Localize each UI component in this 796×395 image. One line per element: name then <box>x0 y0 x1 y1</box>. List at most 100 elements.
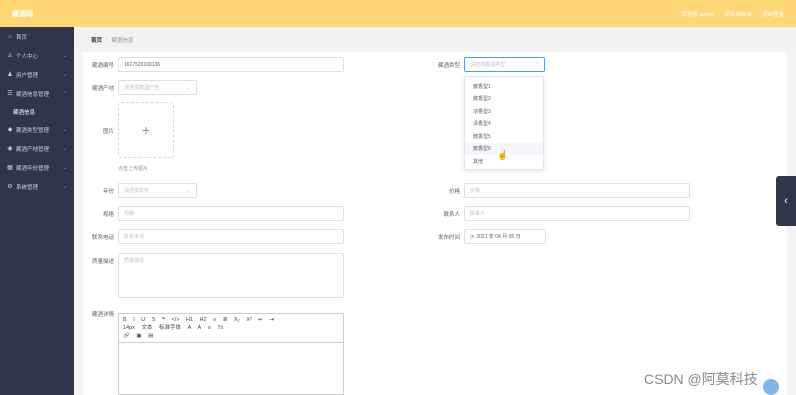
font-size-select[interactable]: 14px <box>123 325 135 331</box>
breadcrumb-separator: / <box>106 36 108 43</box>
type-placeholder: 请选择藏酒类型 <box>470 62 506 68</box>
watermark-logo-icon <box>763 379 779 395</box>
chevron-up-icon: ⌃ <box>62 90 67 97</box>
sidebar-item-wine-info[interactable]: ☰ 藏酒信息管理 ⌃ <box>0 84 74 103</box>
code-value: 1617529100136 <box>124 61 161 68</box>
rich-text-editor[interactable]: B I U S ❝ </> H1 H2 ≡ ≣ X₂ X² ⇤ ⇥ 14px 文… <box>118 313 344 395</box>
gear-icon: ⚙ <box>7 184 13 190</box>
upload-tip: 点击上传图片 <box>118 166 149 172</box>
origin-select[interactable]: 请选择藏酒产地 ⌄ <box>118 80 197 95</box>
dropdown-option[interactable]: 清香型4 <box>465 118 543 131</box>
strike-button[interactable]: S <box>152 317 156 323</box>
dropdown-option[interactable]: 浓香型3 <box>465 105 543 118</box>
chevron-up-icon: ⌃ <box>534 61 539 68</box>
ordered-list-button[interactable]: ≡ <box>213 317 216 323</box>
italic-button[interactable]: I <box>133 317 135 323</box>
contact-placeholder: 联系人 <box>470 211 486 217</box>
font-color-button[interactable]: A <box>188 325 192 331</box>
sidebar-item-wine-origin[interactable]: ◉ 藏酒产地管理 ⌄ <box>0 139 74 158</box>
toolbar-row-1: B I U S ❝ </> H1 H2 ≡ ≣ X₂ X² ⇤ ⇥ <box>123 316 339 324</box>
pin-icon: ◉ <box>7 146 13 152</box>
video-icon[interactable]: ▤ <box>148 333 153 339</box>
dropdown-option[interactable]: 酱香型2 <box>465 93 543 106</box>
price-input[interactable]: 价格 <box>464 183 690 198</box>
clear-format-button[interactable]: Tx <box>217 325 223 331</box>
watermark: CSDN @阿莫科技 <box>644 371 758 387</box>
price-placeholder: 价格 <box>470 188 481 194</box>
code-input[interactable]: 1617529100136 <box>118 57 344 72</box>
h1-button[interactable]: H1 <box>186 317 193 323</box>
chevron-down-icon: ⌄ <box>62 164 67 171</box>
tag-icon: ◆ <box>7 127 13 133</box>
image-icon[interactable]: ▣ <box>136 333 141 339</box>
logout-link[interactable]: 退出登录 <box>762 10 784 18</box>
h2-button[interactable]: H2 <box>200 317 207 323</box>
year-placeholder: 请选择年份 <box>124 188 150 194</box>
sidebar-item-wine-year[interactable]: ▦ 藏酒年份管理 ⌄ <box>0 158 74 177</box>
sidebar-item-label: 藏酒信息管理 <box>16 91 50 98</box>
users-icon: ♟ <box>7 72 13 78</box>
contact-input[interactable]: 联系人 <box>464 206 690 221</box>
indent-button[interactable]: ⇥ <box>270 317 275 323</box>
sidebar-item-system[interactable]: ⚙ 系统管理 ⌄ <box>0 177 74 196</box>
chevron-down-icon: ⌄ <box>186 84 191 91</box>
image-upload[interactable]: + <box>118 102 174 158</box>
chevron-down-icon: ⌄ <box>62 52 67 59</box>
date-value: 2021 年 04 月 05 日 <box>476 234 521 240</box>
subscript-button[interactable]: X₂ <box>234 317 240 323</box>
home-icon: ⌂ <box>8 33 12 40</box>
heading-select[interactable]: 文本 <box>141 325 152 331</box>
image-label: 图片 <box>102 129 114 135</box>
collapse-tab[interactable]: ‹ <box>776 176 796 226</box>
sidebar-item-label: 首页 <box>16 34 28 41</box>
year-label: 年份 <box>102 189 114 195</box>
toolbar-row-2: 14px 文本 标准字体 A A ≡ Tx <box>123 324 339 332</box>
underline-button[interactable]: U <box>141 317 145 323</box>
code-label: 藏酒编号 <box>91 63 114 69</box>
align-button[interactable]: ≡ <box>208 325 211 331</box>
sidebar-item-home[interactable]: ⌂ 首页 <box>0 27 74 46</box>
quote-button[interactable]: ❝ <box>162 317 165 323</box>
font-family-select[interactable]: 标准字体 <box>159 325 181 331</box>
header-links: 欢迎您 admin 退出到前台 退出登录 <box>681 10 784 18</box>
outdent-button[interactable]: ⇤ <box>258 317 263 323</box>
sidebar-item-users[interactable]: ♟ 用户管理 ⌄ <box>0 65 74 84</box>
user-icon: ♙ <box>7 53 13 59</box>
calendar-icon: ▦ <box>7 165 13 171</box>
sidebar-item-label: 藏酒年份管理 <box>16 165 50 172</box>
origin-label: 藏酒产地 <box>91 86 114 92</box>
sidebar-subitem-wine-info[interactable]: 藏酒信息 <box>0 103 74 120</box>
sidebar-item-wine-type[interactable]: ◆ 藏酒类型管理 ⌄ <box>0 120 74 139</box>
list-icon: ☰ <box>7 91 13 97</box>
sidebar-item-profile[interactable]: ♙ 个人中心 ⌄ <box>0 46 74 65</box>
bold-button[interactable]: B <box>123 317 127 323</box>
date-picker[interactable]: ◷ 2021 年 04 月 05 日 <box>464 229 546 244</box>
sidebar-item-label: 藏酒信息 <box>13 109 36 116</box>
dropdown-option[interactable]: 酱香型5 <box>465 130 543 143</box>
chevron-left-icon: ‹ <box>784 195 788 207</box>
contact-label: 联系人 <box>443 212 460 218</box>
breadcrumb-home[interactable]: 首页 <box>91 36 102 44</box>
link-icon[interactable]: 🔗 <box>123 333 130 339</box>
chevron-down-icon: ⌄ <box>62 126 67 133</box>
remark-label: 质量描述 <box>91 259 114 265</box>
superscript-button[interactable]: X² <box>246 317 252 323</box>
spec-input[interactable]: 规格 <box>118 206 344 221</box>
phone-input[interactable]: 联系电话 <box>118 229 344 244</box>
year-select[interactable]: 请选择年份 ⌄ <box>118 183 197 198</box>
calendar-icon: ◷ <box>470 233 475 240</box>
type-select[interactable]: 请选择藏酒类型 ⌃ <box>464 57 545 72</box>
chevron-down-icon: ⌄ <box>186 187 191 194</box>
breadcrumb: 首页 / 藏酒信息 <box>74 27 796 52</box>
front-link[interactable]: 退出到前台 <box>724 10 752 18</box>
plus-icon: + <box>141 122 151 138</box>
spec-placeholder: 规格 <box>124 211 135 217</box>
remark-textarea[interactable]: 质量描述 <box>118 253 344 298</box>
dropdown-option[interactable]: 酱香型1 <box>465 80 543 93</box>
welcome-text: 欢迎您 admin <box>681 11 715 18</box>
code-button[interactable]: </> <box>171 317 179 323</box>
background-color-button[interactable]: A <box>197 325 201 331</box>
sidebar: ⌂ 首页 ♙ 个人中心 ⌄ ♟ 用户管理 ⌄ ☰ 藏酒信息管理 ⌃ 藏酒信息 ◆… <box>0 27 74 395</box>
bullet-list-button[interactable]: ≣ <box>223 317 228 323</box>
sidebar-item-label: 系统管理 <box>16 184 39 191</box>
